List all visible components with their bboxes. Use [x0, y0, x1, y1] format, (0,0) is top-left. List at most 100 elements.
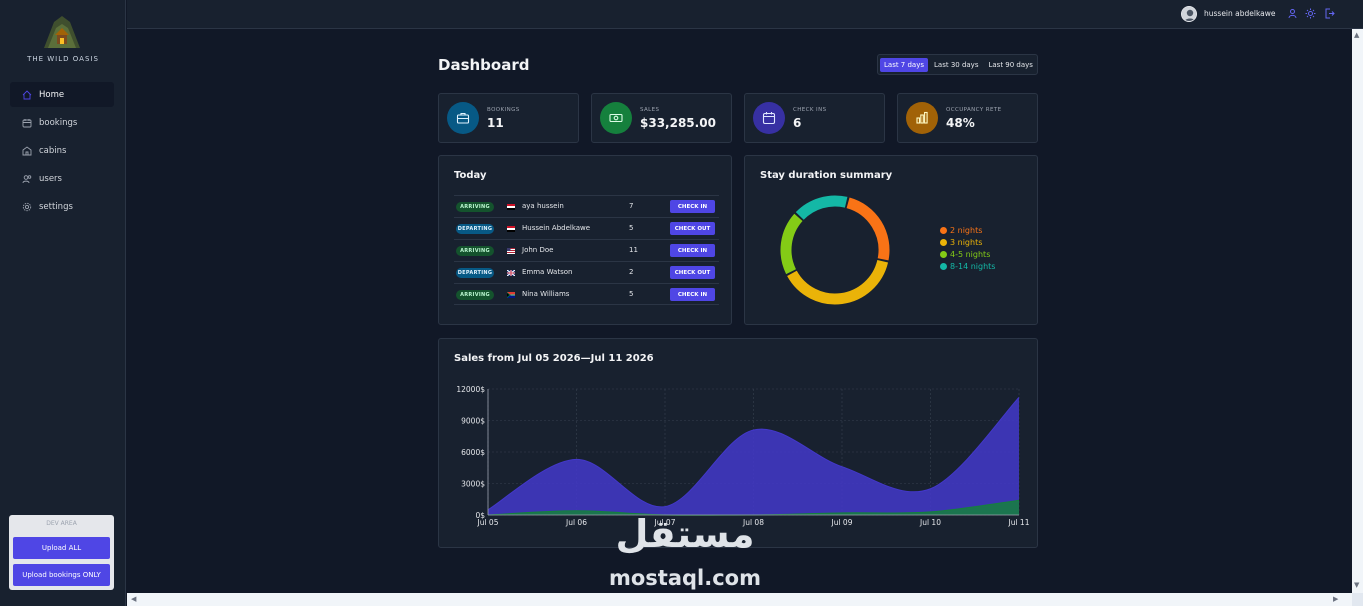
today-row: DEPARTING Hussein Abdelkawe 5 CHECK OUT [454, 217, 719, 239]
donut-slice [787, 259, 889, 305]
top-header: hussein abdelkawe [127, 0, 1363, 29]
scroll-down-icon[interactable]: ▼ [1354, 581, 1359, 589]
x-tick-label: Jul 05 [477, 518, 499, 527]
x-tick-label: Jul 10 [919, 518, 941, 527]
logout-icon[interactable] [1324, 8, 1335, 19]
calendar-icon [22, 118, 32, 128]
duration-legend: 2 nights 3 nights 4-5 nights 8-14 nights [940, 224, 995, 272]
logo-icon [44, 16, 80, 48]
sidebar-item-label: bookings [39, 117, 78, 128]
upload-bookings-button[interactable]: Upload bookings ONLY [13, 564, 110, 586]
today-list: ARRIVING aya hussein 7 CHECK IN DEPARTIN… [454, 195, 719, 305]
legend-swatch [940, 250, 947, 258]
main-content: Dashboard Last 7 days Last 30 days Last … [127, 29, 1352, 593]
username: hussein abdelkawe [1204, 9, 1276, 18]
stat-label: BOOKINGS [487, 107, 520, 113]
date-filter: Last 7 days Last 30 days Last 90 days [877, 54, 1038, 75]
sidebar-item-bookings[interactable]: bookings [10, 110, 114, 135]
status-badge: DEPARTING [456, 224, 494, 234]
legend-item: 8-14 nights [940, 260, 995, 272]
sidebar-nav: Home bookings cabins users settings [10, 82, 114, 222]
user-icon[interactable] [1287, 8, 1298, 19]
status-badge: DEPARTING [456, 268, 494, 278]
page-title: Dashboard [438, 56, 530, 74]
guest-name: John Doe [522, 246, 554, 254]
flag-us-icon [507, 248, 515, 254]
stat-label: SALES [640, 107, 660, 113]
legend-label: 2 nights [950, 225, 983, 235]
scroll-right-icon[interactable]: ▶ [1333, 595, 1338, 603]
filter-last-7-days[interactable]: Last 7 days [880, 57, 929, 72]
legend-label: 3 nights [950, 237, 983, 247]
filter-last-30-days[interactable]: Last 30 days [930, 58, 982, 72]
check-in-button[interactable]: CHECK IN [670, 288, 715, 301]
stat-card-check-ins: CHECK INS 6 [744, 93, 885, 143]
legend-item: 2 nights [940, 224, 995, 236]
donut-slice [780, 213, 803, 275]
legend-swatch [940, 238, 947, 246]
nights-count: 11 [629, 246, 638, 254]
stat-value: 48% [946, 116, 975, 130]
vertical-scrollbar[interactable]: ▲ ▼ [1352, 29, 1363, 593]
flag-za-icon [507, 292, 515, 298]
guest-name: aya hussein [522, 202, 564, 210]
duration-donut-chart [780, 195, 890, 305]
stat-value: 11 [487, 116, 504, 130]
watermark: مستقل mostaql.com [600, 512, 770, 592]
scroll-left-icon[interactable]: ◀ [131, 595, 136, 603]
filter-last-90-days[interactable]: Last 90 days [984, 58, 1036, 72]
sun-icon[interactable] [1305, 8, 1316, 19]
nights-count: 5 [629, 290, 634, 298]
nights-count: 2 [629, 268, 634, 276]
stat-card-bookings: BOOKINGS 11 [438, 93, 579, 143]
x-tick-label: Jul 09 [831, 518, 853, 527]
donut-slice [795, 195, 848, 220]
today-row: ARRIVING John Doe 11 CHECK IN [454, 239, 719, 261]
upload-all-button[interactable]: Upload ALL [13, 537, 110, 559]
stat-card-sales: SALES $33,285.00 [591, 93, 732, 143]
duration-title: Stay duration summary [760, 170, 893, 181]
today-title: Today [454, 170, 487, 181]
legend-swatch [940, 226, 947, 234]
check-out-button[interactable]: CHECK OUT [670, 266, 715, 279]
y-tick-label: 9000$ [461, 417, 485, 426]
sidebar-item-label: cabins [39, 145, 67, 156]
watermark-url: mostaql.com [609, 566, 761, 590]
chart-bar-icon [906, 102, 938, 134]
guest-name: Nina Williams [522, 290, 570, 298]
sidebar-item-label: Home [39, 89, 65, 100]
check-out-button[interactable]: CHECK OUT [670, 222, 715, 235]
today-row: ARRIVING Nina Williams 5 CHECK IN [454, 283, 719, 305]
status-badge: ARRIVING [456, 246, 494, 256]
sidebar-item-cabins[interactable]: cabins [10, 138, 114, 163]
sidebar-item-settings[interactable]: settings [10, 194, 114, 219]
today-card: Today ARRIVING aya hussein 7 CHECK IN DE… [438, 155, 732, 325]
y-tick-label: 12000$ [456, 385, 485, 394]
avatar [1181, 6, 1197, 22]
cabin-icon [22, 145, 32, 156]
horizontal-scrollbar[interactable]: ◀ ▶ [127, 593, 1352, 606]
sidebar-item-home[interactable]: Home [10, 82, 114, 107]
scrollbar-corner [1352, 593, 1363, 606]
sidebar-item-label: users [39, 173, 62, 184]
sales-title: Sales from Jul 05 2026—Jul 11 2026 [454, 353, 654, 364]
x-tick-label: Jul 11 [1008, 518, 1030, 527]
today-row: ARRIVING aya hussein 7 CHECK IN [454, 195, 719, 217]
duration-card: Stay duration summary 2 nights 3 nights 4-… [744, 155, 1038, 325]
check-in-button[interactable]: CHECK IN [670, 200, 715, 213]
status-badge: ARRIVING [456, 202, 494, 212]
nights-count: 5 [629, 224, 634, 232]
today-row: DEPARTING Emma Watson 2 CHECK OUT [454, 261, 719, 283]
gear-icon [22, 202, 32, 212]
x-tick-label: Jul 06 [565, 518, 587, 527]
donut-slice [846, 197, 890, 261]
check-in-button[interactable]: CHECK IN [670, 244, 715, 257]
banknotes-icon [600, 102, 632, 134]
status-badge: ARRIVING [456, 290, 494, 300]
guest-name: Emma Watson [522, 268, 573, 276]
scroll-up-icon[interactable]: ▲ [1354, 31, 1359, 39]
sidebar-item-users[interactable]: users [10, 166, 114, 191]
calendar-days-icon [753, 102, 785, 134]
legend-swatch [940, 262, 947, 270]
sidebar-item-label: settings [39, 201, 73, 212]
